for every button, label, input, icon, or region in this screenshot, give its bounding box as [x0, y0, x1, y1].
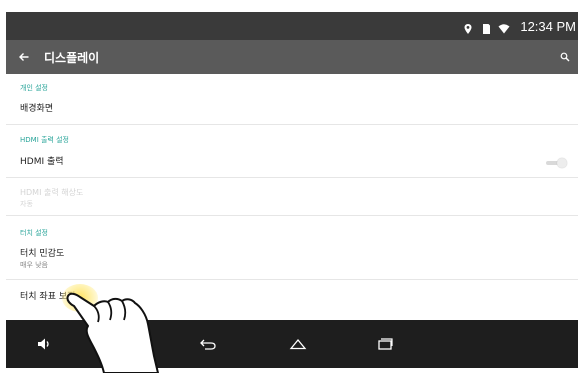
recents-icon[interactable]	[373, 332, 397, 356]
wallpaper-item[interactable]: 배경화면	[20, 101, 53, 114]
home-icon[interactable]	[286, 332, 310, 356]
section-header-personal: 개인 설정	[20, 84, 48, 92]
sd-card-icon	[480, 20, 492, 34]
search-icon[interactable]	[558, 50, 572, 64]
hdmi-resolution-item: HDMI 출력 해상도	[20, 188, 84, 197]
toggle-thumb	[557, 158, 567, 168]
settings-screen: 12:34 PM 디스플레이 개인 설정 배경화면 HDMI 출력 설정 HDM…	[0, 0, 578, 373]
hdmi-output-item[interactable]: HDMI 출력	[20, 154, 64, 167]
divider	[6, 177, 578, 178]
pointing-hand-icon	[66, 292, 159, 373]
page-title: 디스플레이	[44, 50, 100, 65]
divider	[6, 124, 578, 125]
location-icon	[462, 20, 474, 34]
back-icon[interactable]	[196, 332, 220, 356]
status-time: 12:34 PM	[520, 18, 576, 34]
hdmi-resolution-value: 자동	[20, 200, 33, 208]
status-bar: 12:34 PM	[6, 12, 578, 40]
touch-sensitivity-item[interactable]: 터치 민감도	[20, 246, 64, 259]
volume-icon[interactable]	[32, 332, 56, 356]
divider	[6, 215, 578, 216]
action-bar: 디스플레이	[6, 40, 578, 74]
hdmi-output-toggle[interactable]	[544, 158, 568, 168]
section-header-touch: 터치 설정	[20, 229, 48, 237]
divider	[6, 279, 578, 280]
touch-sensitivity-value: 매우 낮음	[20, 261, 48, 269]
wifi-icon	[498, 20, 510, 34]
back-arrow-icon[interactable]	[10, 40, 38, 74]
section-header-hdmi: HDMI 출력 설정	[20, 136, 69, 144]
